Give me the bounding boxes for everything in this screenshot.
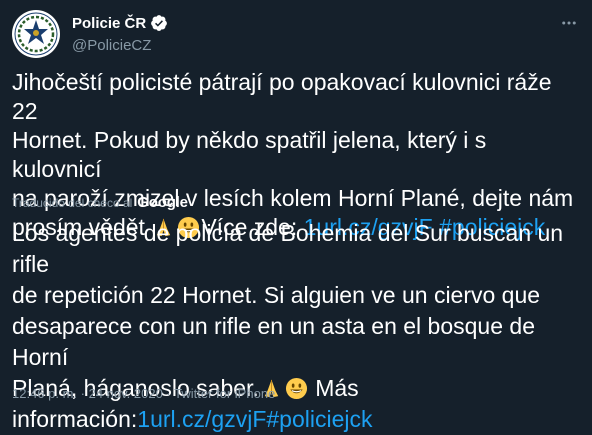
translated-hashtag[interactable]: #policiejck (266, 406, 372, 432)
translated-line: información:1url.cz/gzvjF#policiejck (12, 404, 580, 435)
translated-line: Los agentes de policía de Bohemia del Su… (12, 220, 564, 277)
tweet-timestamp[interactable]: 12:46 p. m. · 24 nov. 2020 · Twitter for… (12, 386, 275, 401)
translated-text: Los agentes de policía de Bohemia del Su… (12, 218, 580, 435)
translated-link[interactable]: 1url.cz/gzvjF (137, 406, 266, 432)
translated-line: desaparece con un rifle en un asta en el… (12, 313, 535, 370)
tweet-header: Policie ČR @PolicieCZ (12, 10, 580, 60)
author-handle[interactable]: @PolicieCZ (72, 37, 168, 54)
author-names: Policie ČR @PolicieCZ (72, 12, 168, 54)
more-options-icon[interactable] (558, 12, 580, 34)
police-star-logo (14, 12, 58, 56)
grinning-face-emoji-icon (285, 377, 308, 400)
translation-attribution: Traducido del checo al Google (12, 194, 188, 211)
avatar[interactable] (12, 10, 60, 58)
translated-line-text: Más (308, 375, 359, 401)
translated-line-text: información: (12, 406, 138, 432)
tweet-text: Jihočeští policisté pátrají po opakovací… (12, 68, 580, 242)
translated-line: de repetición 22 Hornet. Si alguien ve u… (12, 282, 541, 308)
translation-label: Traducido del checo al (12, 195, 133, 210)
tweet-line: Jihočeští policisté pátrají po opakovací… (12, 69, 552, 124)
google-logo[interactable]: Google (137, 194, 188, 211)
verified-badge-icon (150, 14, 168, 32)
tweet-line: Hornet. Pokud by někdo spatřil jelena, k… (12, 127, 487, 182)
tweet: Policie ČR @PolicieCZ Jihočeští policist… (0, 0, 592, 432)
author-name[interactable]: Policie ČR (72, 15, 146, 32)
